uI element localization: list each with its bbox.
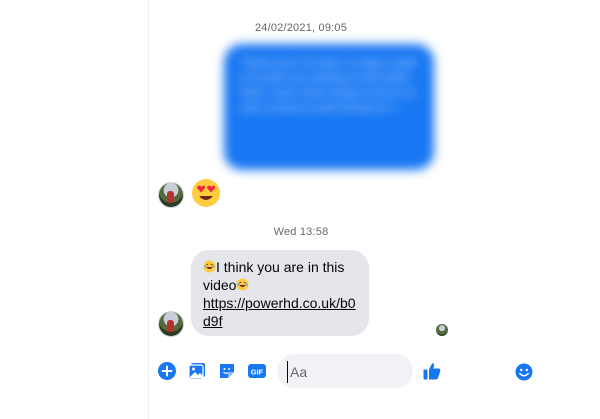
timestamp: Wed 13:58 (273, 226, 329, 238)
message-line: I think you are in this (203, 258, 359, 276)
laughing-emoji (203, 260, 216, 273)
message-input-container (277, 354, 533, 388)
emoji-icon[interactable] (515, 363, 533, 381)
incoming-message-bubble[interactable]: I think you are in this video https://po… (191, 250, 369, 336)
message-text: I think you are in this (216, 259, 345, 275)
avatar[interactable] (158, 182, 184, 208)
thumbs-up-icon[interactable] (422, 361, 442, 381)
timestamp: 24/02/2021, 09:05 (254, 22, 348, 34)
message-input[interactable] (287, 361, 384, 383)
svg-text:GIF: GIF (251, 368, 264, 377)
read-receipt-avatar (436, 324, 448, 336)
photo-icon[interactable] (187, 361, 207, 381)
laughing-emoji (236, 278, 250, 291)
chat-thread: 24/02/2021, 09:05 Thank you!! It's been … (148, 0, 533, 419)
message-link[interactable]: https://powerhd.co.uk/b0d9f (203, 294, 359, 330)
avatar[interactable] (158, 311, 184, 337)
message-line: video (203, 276, 359, 294)
heart-eyes-emoji[interactable] (191, 178, 221, 208)
outgoing-message-text: Thank you!! It's been a rough couple of … (240, 57, 418, 114)
composer-bar: GIF (149, 353, 533, 389)
plus-icon[interactable] (157, 361, 177, 381)
outgoing-message-bubble[interactable]: Thank you!! It's been a rough couple of … (224, 44, 434, 170)
sticker-icon[interactable] (217, 361, 237, 381)
gif-icon[interactable]: GIF (247, 361, 267, 381)
message-text: video (203, 277, 237, 293)
